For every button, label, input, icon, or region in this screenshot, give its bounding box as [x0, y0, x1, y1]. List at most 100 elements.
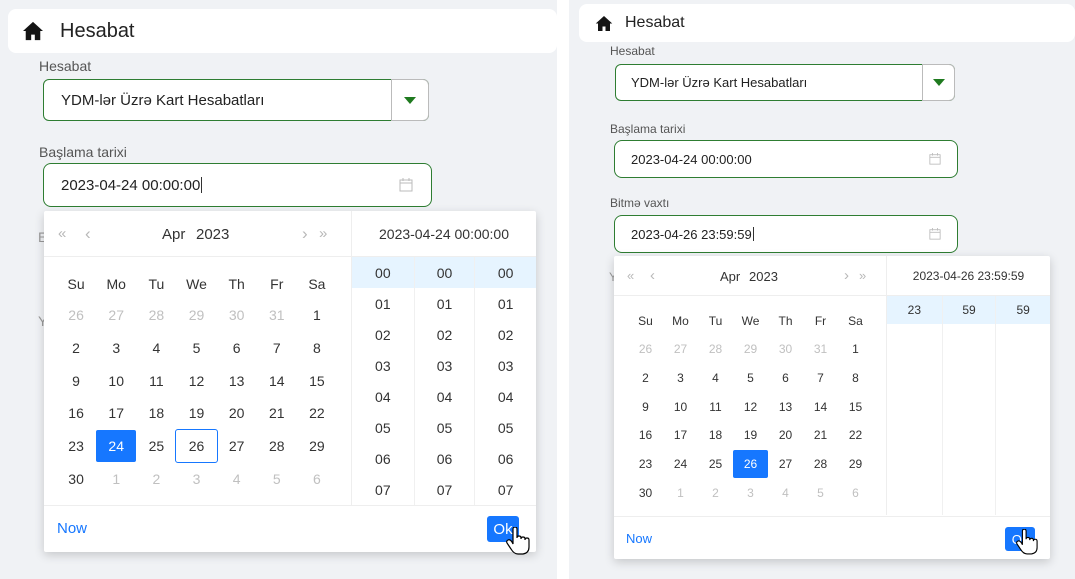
now-button[interactable]: Now [57, 520, 87, 537]
calendar-day[interactable]: 29 [838, 450, 873, 479]
hour-column[interactable]: 00 01 02 03 04 05 06 07 [352, 257, 414, 505]
time-cell[interactable]: 04 [415, 381, 475, 412]
time-cell[interactable]: 03 [475, 350, 536, 381]
calendar-day[interactable]: 2 [698, 478, 733, 507]
time-cell[interactable]: 02 [352, 319, 414, 350]
calendar-day[interactable]: 28 [698, 335, 733, 364]
calendar-day[interactable]: 27 [768, 450, 803, 479]
time-cell[interactable]: 06 [415, 443, 475, 474]
calendar-day[interactable]: 6 [297, 462, 337, 495]
calendar-icon[interactable] [399, 178, 413, 192]
time-cell[interactable]: 02 [415, 319, 475, 350]
calendar-day[interactable]: 24 [663, 450, 698, 479]
calendar-day[interactable]: 23 [628, 450, 663, 479]
now-button[interactable]: Now [626, 531, 652, 546]
calendar-day[interactable]: 5 [803, 478, 838, 507]
calendar-day[interactable]: 18 [698, 421, 733, 450]
calendar-day[interactable]: 25 [698, 450, 733, 479]
time-cell[interactable]: 23 [887, 296, 942, 324]
calendar-day[interactable]: 2 [136, 462, 176, 495]
start-date-input[interactable]: 2023-04-24 00:00:00 [43, 163, 432, 207]
calendar-day[interactable]: 27 [96, 299, 136, 332]
time-cell[interactable]: 01 [475, 288, 536, 319]
calendar-day[interactable]: 29 [297, 430, 337, 463]
super-prev-button[interactable]: « [627, 268, 634, 283]
calendar-day[interactable]: 26 [733, 449, 768, 479]
calendar-day[interactable]: 5 [176, 332, 216, 365]
calendar-day[interactable]: 22 [838, 421, 873, 450]
calendar-day[interactable]: 23 [56, 430, 96, 463]
time-cell[interactable]: 00 [475, 257, 536, 288]
calendar-day[interactable]: 20 [217, 397, 257, 430]
minute-column[interactable]: 00 01 02 03 04 05 06 07 [413, 257, 475, 505]
calendar-day[interactable]: 3 [176, 462, 216, 495]
calendar-day[interactable]: 3 [663, 364, 698, 393]
start-date-input[interactable]: 2023-04-24 00:00:00 [614, 140, 958, 178]
calendar-day[interactable]: 24 [96, 429, 137, 463]
calendar-day[interactable]: 18 [136, 397, 176, 430]
calendar-day[interactable]: 25 [136, 430, 176, 463]
calendar-day[interactable]: 3 [96, 332, 136, 365]
calendar-day[interactable]: 30 [56, 462, 96, 495]
calendar-day[interactable]: 8 [838, 364, 873, 393]
time-cell[interactable]: 01 [352, 288, 414, 319]
second-column[interactable]: 00 01 02 03 04 05 06 07 [474, 257, 536, 505]
super-next-button[interactable]: » [319, 225, 327, 242]
calendar-day[interactable]: 4 [768, 478, 803, 507]
time-cell[interactable]: 01 [415, 288, 475, 319]
year-button[interactable]: 2023 [749, 269, 778, 284]
report-select-toggle[interactable] [922, 64, 955, 101]
calendar-day[interactable]: 30 [217, 299, 257, 332]
calendar-day[interactable]: 14 [257, 364, 297, 397]
next-button[interactable]: › [302, 224, 308, 244]
time-cell[interactable]: 07 [475, 474, 536, 505]
calendar-day[interactable]: 19 [176, 397, 216, 430]
calendar-day[interactable]: 31 [257, 299, 297, 332]
calendar-day[interactable]: 20 [768, 421, 803, 450]
report-select-toggle[interactable] [391, 79, 429, 121]
calendar-day[interactable]: 19 [733, 421, 768, 450]
calendar-day[interactable]: 15 [297, 364, 337, 397]
hour-column[interactable]: 23 [887, 296, 942, 515]
calendar-day[interactable]: 28 [803, 450, 838, 479]
second-column[interactable]: 59 [995, 296, 1050, 515]
calendar-day[interactable]: 5 [733, 364, 768, 393]
super-prev-button[interactable]: « [58, 225, 66, 242]
calendar-day[interactable]: 29 [176, 299, 216, 332]
calendar-day[interactable]: 11 [136, 364, 176, 397]
calendar-day[interactable]: 2 [628, 364, 663, 393]
calendar-icon[interactable] [929, 153, 941, 165]
calendar-day[interactable]: 27 [217, 430, 257, 463]
time-cell[interactable]: 02 [475, 319, 536, 350]
calendar-day[interactable]: 21 [257, 397, 297, 430]
calendar-day[interactable]: 21 [803, 421, 838, 450]
report-select[interactable]: YDM-lər Üzrə Kart Hesabatları [615, 64, 955, 101]
time-cell[interactable]: 59 [942, 296, 996, 324]
home-icon[interactable] [595, 15, 613, 32]
month-button[interactable]: Apr [162, 226, 185, 243]
calendar-day[interactable]: 26 [56, 299, 96, 332]
calendar-day[interactable]: 8 [297, 332, 337, 365]
calendar-day[interactable]: 28 [136, 299, 176, 332]
calendar-day[interactable]: 10 [96, 364, 136, 397]
time-cell[interactable]: 59 [996, 296, 1050, 324]
calendar-day[interactable]: 15 [838, 392, 873, 421]
time-cell[interactable]: 06 [475, 443, 536, 474]
calendar-day[interactable]: 6 [768, 364, 803, 393]
calendar-day[interactable]: 17 [663, 421, 698, 450]
calendar-day[interactable]: 16 [56, 397, 96, 430]
calendar-day[interactable]: 4 [217, 462, 257, 495]
calendar-day[interactable]: 14 [803, 392, 838, 421]
calendar-day[interactable]: 17 [96, 397, 136, 430]
calendar-day[interactable]: 13 [768, 392, 803, 421]
calendar-day[interactable]: 2 [56, 332, 96, 365]
calendar-day[interactable]: 1 [663, 478, 698, 507]
calendar-day[interactable]: 1 [297, 299, 337, 332]
calendar-day[interactable]: 6 [838, 478, 873, 507]
calendar-day[interactable]: 10 [663, 392, 698, 421]
year-button[interactable]: 2023 [196, 226, 229, 243]
end-date-input[interactable]: 2023-04-26 23:59:59 [614, 215, 958, 253]
prev-button[interactable]: ‹ [85, 224, 91, 244]
calendar-day[interactable]: 4 [698, 364, 733, 393]
calendar-day[interactable]: 6 [217, 332, 257, 365]
